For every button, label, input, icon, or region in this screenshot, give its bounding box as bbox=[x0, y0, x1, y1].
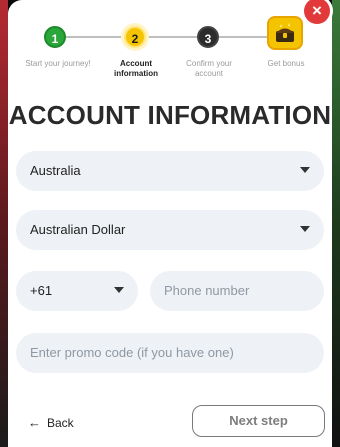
country-select[interactable]: Australia bbox=[16, 151, 324, 191]
step-1-label: Start your journey! bbox=[25, 59, 91, 68]
background-left bbox=[0, 0, 8, 447]
promo-code-placeholder: Enter promo code (if you have one) bbox=[30, 345, 234, 360]
back-label: Back bbox=[47, 416, 74, 430]
phone-code-select[interactable]: +61 bbox=[16, 271, 138, 311]
step-2-label: Account information bbox=[114, 59, 158, 78]
phone-number-placeholder: Phone number bbox=[164, 283, 250, 298]
account-info-modal: × 1 2 3 Start your journey! Account info… bbox=[8, 0, 332, 447]
chevron-down-icon bbox=[114, 287, 124, 293]
chevron-down-icon bbox=[300, 226, 310, 232]
page-title: ACCOUNT INFORMATION bbox=[8, 100, 332, 130]
step-3-indicator: 3 bbox=[197, 26, 219, 48]
chevron-down-icon bbox=[300, 167, 310, 173]
step-connector-3 bbox=[219, 36, 267, 38]
arrow-left-icon: ← bbox=[28, 415, 41, 430]
step-4-label: Get bonus bbox=[267, 59, 305, 68]
step-1-indicator: 1 bbox=[44, 26, 66, 48]
step-connector-1 bbox=[66, 36, 124, 38]
promo-code-input[interactable]: Enter promo code (if you have one) bbox=[16, 333, 324, 373]
step-2-indicator: 2 bbox=[124, 26, 146, 48]
back-button[interactable]: ← Back bbox=[28, 415, 74, 430]
registration-stepper: 1 2 3 Start your journey! Account inform… bbox=[8, 16, 332, 88]
phone-number-input[interactable]: Phone number bbox=[150, 271, 324, 311]
currency-value: Australian Dollar bbox=[30, 222, 126, 237]
currency-select[interactable]: Australian Dollar bbox=[16, 210, 324, 250]
next-step-button[interactable]: Next step bbox=[192, 405, 325, 437]
treasure-chest-icon bbox=[276, 23, 294, 42]
bonus-step-indicator bbox=[267, 16, 303, 50]
country-value: Australia bbox=[30, 163, 81, 178]
step-connector-2 bbox=[146, 36, 197, 38]
step-3-label: Confirm your account bbox=[186, 59, 232, 78]
phone-code-value: +61 bbox=[30, 283, 53, 298]
background-right bbox=[332, 0, 340, 447]
